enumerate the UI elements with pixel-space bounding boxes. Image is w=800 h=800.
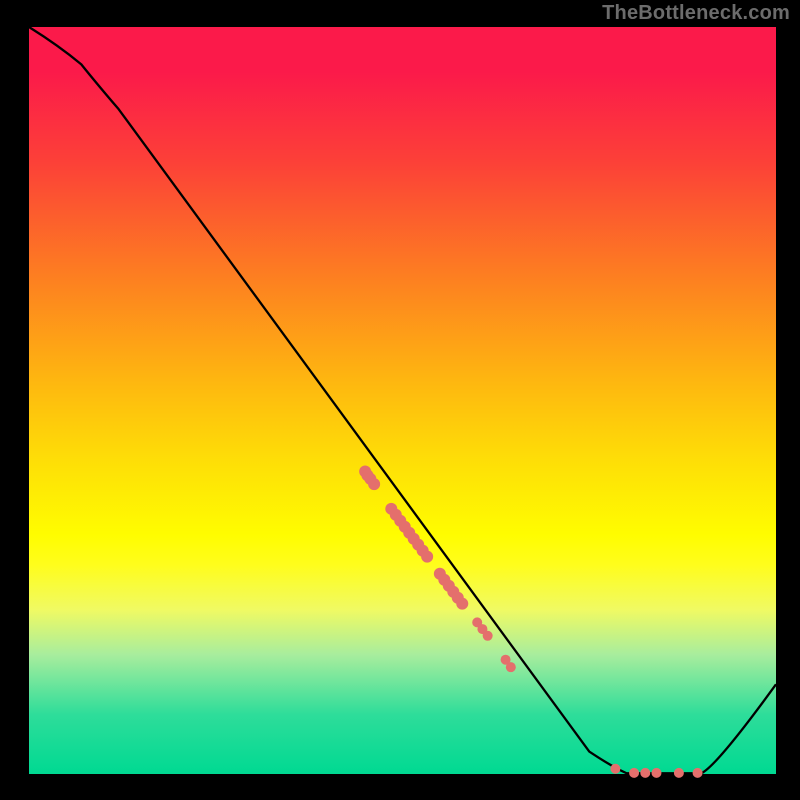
chart-stage: { "watermark": "TheBottleneck.com", "plo… [0,0,800,800]
watermark-text: TheBottleneck.com [600,2,792,24]
heat-gradient-background [29,27,776,774]
